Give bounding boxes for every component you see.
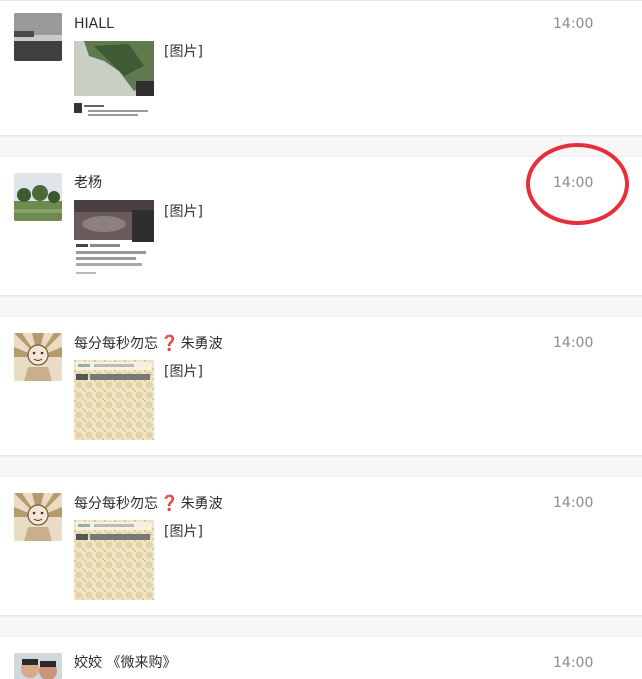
park-photo-avatar[interactable] xyxy=(14,173,62,221)
item-gap xyxy=(0,616,642,637)
lake-photo-avatar[interactable] xyxy=(14,13,62,61)
cartoon-portrait-avatar[interactable] xyxy=(14,333,62,381)
chat-item[interactable]: 每分每秒勿忘 ❓ 朱勇波 14:00 [图片] xyxy=(0,477,642,616)
name-part: 每分每秒勿忘 xyxy=(74,336,158,352)
message-time: 14:00 xyxy=(553,655,594,671)
patterned-card-thumbnail[interactable] xyxy=(74,360,154,440)
chat-item[interactable]: 姣姣 《微来购》 14:00 xyxy=(0,637,642,679)
people-photo-avatar[interactable] xyxy=(14,653,62,679)
patterned-card-thumbnail[interactable] xyxy=(74,520,154,600)
pond-photo-thumbnail[interactable] xyxy=(74,200,154,280)
message-time: 14:00 xyxy=(553,16,594,32)
contact-name: HIALL xyxy=(74,16,114,32)
name-part: 朱勇波 xyxy=(180,336,223,352)
message-time: 14:00 xyxy=(553,175,594,191)
image-preview-text: [图片] xyxy=(164,44,203,60)
tree-photo-thumbnail[interactable] xyxy=(74,41,154,121)
chat-item[interactable]: 每分每秒勿忘 ❓ 朱勇波 14:00 [图片] xyxy=(0,317,642,456)
chat-list: HIALL 14:00 [图片] 老杨 14:00 [图片] 每分每秒勿忘 ❓ … xyxy=(0,0,642,679)
chat-item[interactable]: HIALL 14:00 [图片] xyxy=(0,1,642,136)
message-time: 14:00 xyxy=(553,495,594,511)
item-gap xyxy=(0,136,642,157)
image-preview-text: [图片] xyxy=(164,364,203,380)
question-mark-icon: ❓ xyxy=(160,334,179,352)
item-gap xyxy=(0,456,642,477)
name-part: 朱勇波 xyxy=(180,496,223,512)
contact-name: 姣姣 《微来购》 xyxy=(74,655,177,671)
contact-name: 老杨 xyxy=(74,175,102,191)
name-part: 每分每秒勿忘 xyxy=(74,496,158,512)
image-preview-text: [图片] xyxy=(164,524,203,540)
question-mark-icon: ❓ xyxy=(160,494,179,512)
image-preview-text: [图片] xyxy=(164,204,203,220)
cartoon-portrait-avatar[interactable] xyxy=(14,493,62,541)
message-time: 14:00 xyxy=(553,335,594,351)
chat-item[interactable]: 老杨 14:00 [图片] xyxy=(0,157,642,296)
contact-name: 每分每秒勿忘 ❓ 朱勇波 xyxy=(74,494,223,513)
item-gap xyxy=(0,296,642,317)
contact-name: 每分每秒勿忘 ❓ 朱勇波 xyxy=(74,334,223,353)
